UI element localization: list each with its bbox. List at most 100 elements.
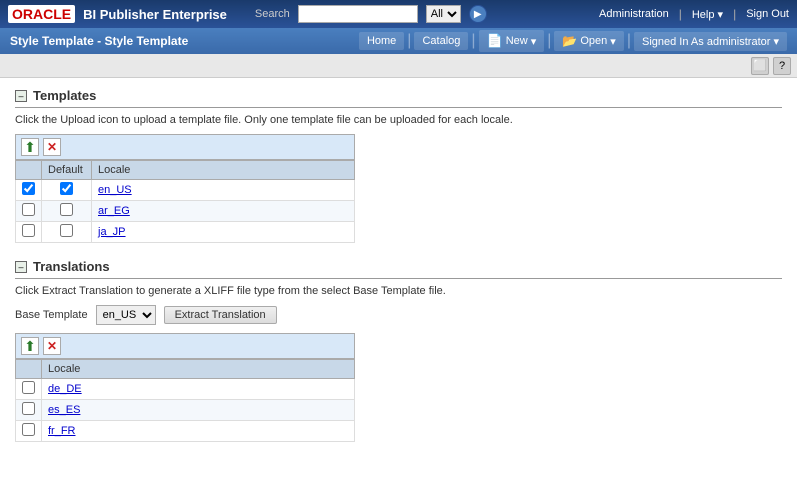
templates-divider	[15, 107, 782, 108]
translations-header-row: Locale	[16, 360, 355, 379]
secondary-nav: Style Template - Style Template Home | C…	[0, 28, 797, 54]
translations-delete-button[interactable]: ✕	[43, 337, 61, 355]
templates-section-header: – Templates	[15, 88, 782, 103]
templates-delete-button[interactable]: ✕	[43, 138, 61, 156]
templates-row-locale-cell: ja_JP	[92, 222, 355, 243]
top-right-links: Administration | Help ▾ | Sign Out	[599, 7, 789, 21]
templates-table: Default Locale en_US ar_EG	[15, 160, 355, 243]
translations-row-checkbox[interactable]	[22, 402, 35, 415]
templates-row-default-check[interactable]	[60, 203, 73, 216]
templates-row-checkbox-cell	[16, 222, 42, 243]
templates-col-locale: Locale	[92, 161, 355, 180]
base-template-label: Base Template	[15, 309, 88, 321]
translations-row-checkbox-cell	[16, 379, 42, 400]
translations-row-locale-link[interactable]: es_ES	[48, 404, 80, 416]
templates-row-locale-cell: ar_EG	[92, 201, 355, 222]
templates-table-row: ja_JP	[16, 222, 355, 243]
translations-section-header: – Translations	[15, 259, 782, 274]
templates-col-checkbox	[16, 161, 42, 180]
templates-row-checkbox-cell	[16, 201, 42, 222]
templates-description: Click the Upload icon to upload a templa…	[15, 114, 782, 126]
translations-row-locale-link[interactable]: de_DE	[48, 383, 82, 395]
open-label: Open	[580, 35, 607, 47]
templates-toolbar: ⬆ ✕	[15, 134, 355, 160]
extract-translation-button[interactable]: Extract Translation	[164, 306, 277, 324]
home-label: Home	[367, 35, 396, 47]
templates-row-default-check[interactable]	[60, 224, 73, 237]
nav-links: Home | Catalog | 📄 New ▾ | 📂 Open ▾ | Si…	[359, 30, 787, 52]
delete-icon: ✕	[47, 140, 57, 154]
translations-col-checkbox	[16, 360, 42, 379]
help-icon[interactable]: ?	[773, 57, 791, 75]
base-template-row: Base Template en_US Extract Translation	[15, 305, 782, 325]
templates-row-checkbox[interactable]	[22, 182, 35, 195]
catalog-button[interactable]: Catalog	[414, 32, 468, 50]
translations-table-row: es_ES	[16, 400, 355, 421]
signed-in-menu[interactable]: Signed In As administrator ▾	[634, 32, 787, 51]
search-scope-select[interactable]: All	[426, 5, 461, 23]
new-chevron-icon: ▾	[531, 35, 537, 48]
search-input[interactable]	[298, 5, 418, 23]
translations-table: Locale de_DE es_ES fr_FR	[15, 359, 355, 442]
administration-link[interactable]: Administration	[599, 8, 669, 20]
templates-title: Templates	[33, 88, 96, 103]
templates-row-locale-cell: en_US	[92, 180, 355, 201]
translations-row-locale-cell: de_DE	[42, 379, 355, 400]
templates-row-locale-link[interactable]: ar_EG	[98, 205, 130, 217]
catalog-label: Catalog	[422, 35, 460, 47]
translations-row-locale-cell: es_ES	[42, 400, 355, 421]
page-title: Style Template - Style Template	[10, 34, 359, 48]
translations-toggle[interactable]: –	[15, 261, 27, 273]
translations-row-locale-cell: fr_FR	[42, 421, 355, 442]
translations-toolbar: ⬆ ✕	[15, 333, 355, 359]
translations-row-checkbox-cell	[16, 421, 42, 442]
translations-delete-icon: ✕	[47, 339, 57, 353]
translations-table-row: de_DE	[16, 379, 355, 400]
sign-out-link[interactable]: Sign Out	[746, 8, 789, 20]
username-label: administrator	[707, 36, 771, 48]
templates-row-checkbox-cell	[16, 180, 42, 201]
templates-row-locale-link[interactable]: ja_JP	[98, 226, 126, 238]
base-template-select[interactable]: en_US	[96, 305, 156, 325]
translations-row-locale-link[interactable]: fr_FR	[48, 425, 76, 437]
app-title: BI Publisher Enterprise	[83, 7, 227, 22]
search-label: Search	[255, 8, 290, 20]
templates-row-locale-link[interactable]: en_US	[98, 184, 132, 196]
templates-table-row: en_US	[16, 180, 355, 201]
maximize-icon[interactable]: ⬜	[751, 57, 769, 75]
templates-toggle[interactable]: –	[15, 90, 27, 102]
templates-header-row: Default Locale	[16, 161, 355, 180]
templates-upload-button[interactable]: ⬆	[21, 138, 39, 156]
top-nav-bar: ORACLE BI Publisher Enterprise Search Al…	[0, 0, 797, 28]
action-bar: ⬜ ?	[0, 54, 797, 78]
translations-divider	[15, 278, 782, 279]
templates-row-default-cell	[42, 222, 92, 243]
open-button[interactable]: 📂 Open ▾	[554, 31, 623, 51]
oracle-logo: ORACLE	[8, 5, 75, 23]
templates-col-default: Default	[42, 161, 92, 180]
help-link[interactable]: Help ▾	[692, 8, 723, 21]
main-content: – Templates Click the Upload icon to upl…	[0, 78, 797, 502]
translations-table-row: fr_FR	[16, 421, 355, 442]
templates-table-row: ar_EG	[16, 201, 355, 222]
translations-col-locale: Locale	[42, 360, 355, 379]
templates-row-checkbox[interactable]	[22, 224, 35, 237]
templates-row-checkbox[interactable]	[22, 203, 35, 216]
translations-title: Translations	[33, 259, 110, 274]
translations-upload-icon: ⬆	[24, 338, 36, 355]
search-button[interactable]: ▶	[469, 5, 487, 23]
translations-description: Click Extract Translation to generate a …	[15, 285, 782, 297]
signed-in-chevron-icon: ▾	[773, 36, 779, 48]
upload-icon: ⬆	[24, 139, 36, 156]
templates-row-default-cell	[42, 180, 92, 201]
new-label: New	[506, 35, 528, 47]
new-button[interactable]: 📄 New ▾	[479, 30, 545, 52]
translations-row-checkbox[interactable]	[22, 423, 35, 436]
signed-in-label: Signed In As	[642, 36, 704, 48]
templates-row-default-check[interactable]	[60, 182, 73, 195]
open-chevron-icon: ▾	[610, 35, 616, 48]
templates-row-default-cell	[42, 201, 92, 222]
translations-row-checkbox[interactable]	[22, 381, 35, 394]
home-button[interactable]: Home	[359, 32, 404, 50]
translations-upload-button[interactable]: ⬆	[21, 337, 39, 355]
